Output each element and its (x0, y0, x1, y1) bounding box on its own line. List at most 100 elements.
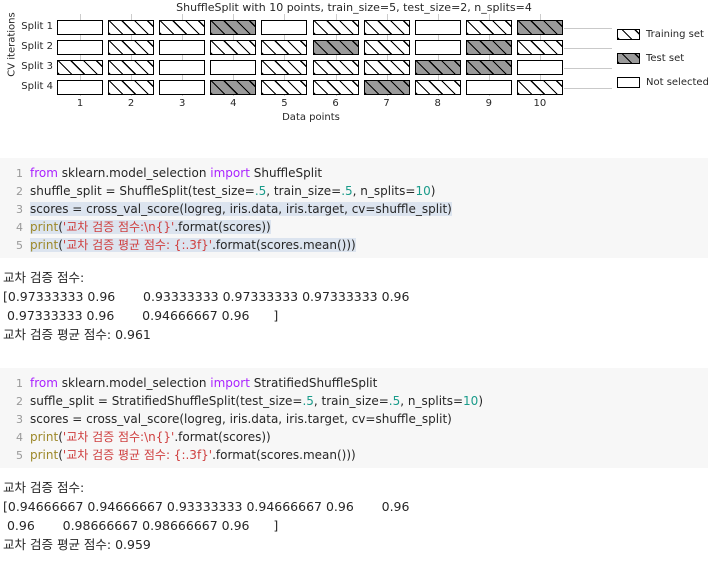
line-number: 1 (16, 377, 23, 390)
code-text: scores = cross_val_score(logreg, iris.da… (30, 202, 452, 216)
cv-cell-none (414, 40, 461, 55)
cv-cell-test (210, 80, 257, 95)
cv-cell-test (465, 60, 512, 75)
line-number: 1 (16, 167, 23, 180)
legend-swatch-train (617, 29, 640, 40)
code-line-5[interactable]: 5 print('교차 검증 평균 점수: {:.3f}'.format(scor… (0, 446, 356, 464)
line-number: 3 (16, 203, 23, 216)
cv-cell-test (516, 20, 563, 35)
cv-cell-none (57, 80, 103, 95)
output-line: [0.94666667 0.94666667 0.93333333 0.9466… (3, 499, 410, 514)
cv-cell-none (261, 20, 308, 35)
code-token-num: 10 (415, 184, 431, 198)
code-token-name: scores = cross_val_score(logreg, iris.da… (30, 202, 452, 216)
cv-cell-train (363, 20, 410, 35)
cv-cell-none (159, 40, 206, 55)
code-token-str: '교차 검증 평균 점수: {:.3f}' (62, 238, 213, 252)
code-text: print('교차 검증 점수:\n{}'.format(scores)) (30, 430, 271, 444)
split-label-2: Split 2 (21, 41, 53, 52)
shuffle-split-chart: ShuffleSplit with 10 points, train_size=… (0, 0, 708, 132)
cv-cell-none (465, 80, 512, 95)
code-token-fn: print (30, 238, 59, 252)
code-line-3[interactable]: 3 scores = cross_val_score(logreg, iris.d… (0, 200, 452, 218)
code-text: print('교차 검증 점수:\n{}'.format(scores)) (30, 220, 271, 234)
cv-cell-train (108, 60, 155, 75)
code-token-name: suffle_split = StratifiedShuffleSplit(te… (30, 394, 303, 408)
line-number: 2 (16, 185, 23, 198)
code-line-5[interactable]: 5 print('교차 검증 평균 점수: {:.3f}'.format(scor… (0, 236, 356, 254)
code-line-1[interactable]: 1 from sklearn.model_selection import Shu… (0, 164, 322, 182)
code-token-kw: from (30, 376, 62, 390)
cv-cell-train (159, 20, 206, 35)
cv-cell-train (108, 80, 155, 95)
code-token-name: ) (430, 184, 436, 198)
code-block-shuffle-split[interactable]: 1 from sklearn.model_selection import Shu… (0, 158, 708, 258)
code-token-kw: from (30, 166, 62, 180)
cv-cell-test (414, 60, 461, 75)
code-token-str: '교차 검증 평균 점수: {:.3f}' (62, 448, 213, 462)
code-token-name: shuffle_split = ShuffleSplit(test_size= (30, 184, 255, 198)
code-token-name: , n_splits= (400, 394, 464, 408)
line-number: 4 (16, 221, 23, 234)
legend-connector-line (563, 47, 612, 49)
code-token-kw: import (210, 166, 254, 180)
code-token-name: .format(scores.mean())) (212, 448, 356, 462)
cv-cell-train (261, 80, 308, 95)
code-token-name: , n_splits= (352, 184, 416, 198)
code-text: from sklearn.model_selection import Stra… (30, 376, 377, 390)
code-line-3[interactable]: 3 scores = cross_val_score(logreg, iris.d… (0, 410, 452, 428)
legend-item-train: Training set (617, 24, 704, 40)
code-token-name: scores = cross_val_score(logreg, iris.da… (30, 412, 452, 426)
x-axis-label: Data points (282, 112, 340, 123)
cv-cell-train (363, 60, 410, 75)
x-tick-5: 5 (281, 98, 288, 109)
line-number: 5 (16, 239, 23, 252)
code-text: scores = cross_val_score(logreg, iris.da… (30, 412, 452, 426)
code-text: suffle_split = StratifiedShuffleSplit(te… (30, 394, 483, 408)
cv-cell-train (108, 40, 155, 55)
code-token-kw: import (210, 376, 254, 390)
output-line: 0.97333333 0.96 0.94666667 0.96 ] (3, 308, 279, 323)
split-label-1: Split 1 (21, 21, 53, 32)
cv-cell-train (261, 40, 308, 55)
code-line-4[interactable]: 4 print('교차 검증 점수:\n{}'.format(scores)) (0, 428, 271, 446)
output-line: 교차 검증 점수: (3, 480, 85, 495)
x-tick-8: 8 (434, 98, 441, 109)
code-token-num: .5 (254, 184, 267, 198)
legend-swatch-none (617, 77, 640, 88)
code-token-str: '교차 검증 점수:\n{}' (62, 430, 175, 444)
code-line-2[interactable]: 2 shuffle_split = ShuffleSplit(test_size=… (0, 182, 435, 200)
cv-cell-none (57, 40, 103, 55)
x-tick-10: 10 (533, 98, 547, 109)
cv-cell-train (414, 80, 461, 95)
code-token-name: StratifiedShuffleSplit (253, 376, 378, 390)
code-line-1[interactable]: 1 from sklearn.model_selection import Str… (0, 374, 377, 392)
cv-cell-none (210, 60, 257, 75)
code-token-fn: print (30, 448, 59, 462)
legend-label-test: Test set (646, 53, 685, 64)
split-label-4: Split 4 (21, 81, 53, 92)
cv-cell-train (465, 20, 512, 35)
legend-label-train: Training set (646, 29, 704, 40)
code-token-fn: print (30, 430, 59, 444)
cv-cell-none (414, 20, 461, 35)
x-tick-4: 4 (230, 98, 237, 109)
output-line: 교차 검증 평균 점수: 0.961 (3, 327, 151, 342)
split-label-3: Split 3 (21, 61, 53, 72)
line-number: 3 (16, 413, 23, 426)
cv-cell-none (159, 80, 206, 95)
code-line-4[interactable]: 4 print('교차 검증 점수:\n{}'.format(scores)) (0, 218, 271, 236)
output-line: [0.97333333 0.96 0.93333333 0.97333333 0… (3, 289, 410, 304)
code-token-name: sklearn.model_selection (61, 166, 211, 180)
code-token-num: .5 (302, 394, 314, 408)
code-token-name: ShuffleSplit (253, 166, 323, 180)
code-block-stratified-shuffle-split[interactable]: 1 from sklearn.model_selection import Str… (0, 368, 708, 468)
code-token-num: 10 (463, 394, 479, 408)
cv-cell-none (57, 20, 103, 35)
cv-cell-none (516, 60, 563, 75)
code-line-2[interactable]: 2 suffle_split = StratifiedShuffleSplit(t… (0, 392, 483, 410)
legend-connector-line (563, 87, 612, 89)
cv-cell-train (312, 60, 359, 75)
x-tick-2: 2 (127, 98, 135, 109)
code-text: shuffle_split = ShuffleSplit(test_size=.… (30, 184, 435, 198)
